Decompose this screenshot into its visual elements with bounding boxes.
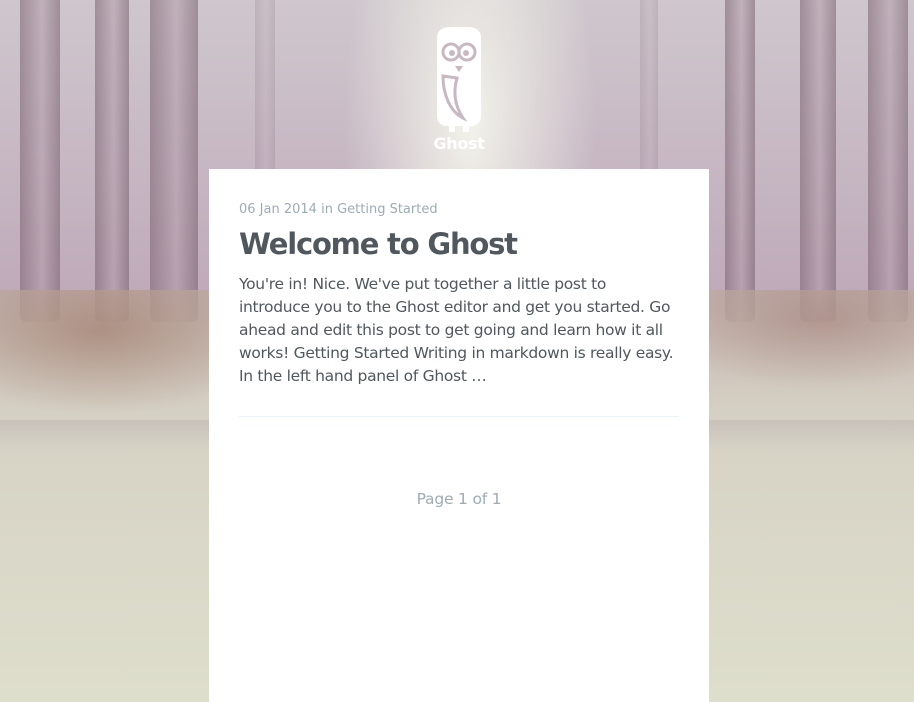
post-excerpt-line: introduce you to the Ghost editor and ge…: [239, 298, 671, 316]
post-excerpt-line: You're in! Nice. We've put together a li…: [239, 275, 607, 293]
post-excerpt: You're in! Nice. We've put together a li…: [239, 273, 679, 388]
blog-logo-link[interactable]: Ghost: [407, 22, 511, 160]
post-tag-link[interactable]: Getting Started: [337, 202, 438, 217]
post-title: Welcome to Ghost: [239, 226, 679, 262]
post-divider: [239, 416, 679, 417]
post-date: 06 Jan 2014: [239, 202, 317, 217]
post-excerpt-line: ahead and edit this post to get going an…: [239, 321, 663, 339]
site-header: Ghost: [0, 0, 914, 169]
ghost-owl-logo-icon: [437, 27, 481, 132]
content-panel: 06 Jan 2014 in Getting Started Welcome t…: [209, 169, 709, 702]
page-number: Page 1 of 1: [416, 490, 502, 508]
post-excerpt-line: works! Getting Started Writing in markdo…: [239, 344, 674, 362]
post-meta: 06 Jan 2014 in Getting Started: [239, 201, 679, 219]
post-summary: 06 Jan 2014 in Getting Started Welcome t…: [239, 201, 679, 388]
post-title-link[interactable]: Welcome to Ghost: [239, 227, 518, 261]
post-excerpt-line: In the left hand panel of Ghost …: [239, 367, 487, 385]
post-meta-in: in: [321, 202, 333, 217]
blog-title: Ghost: [433, 134, 485, 153]
pagination: Page 1 of 1: [209, 490, 709, 508]
